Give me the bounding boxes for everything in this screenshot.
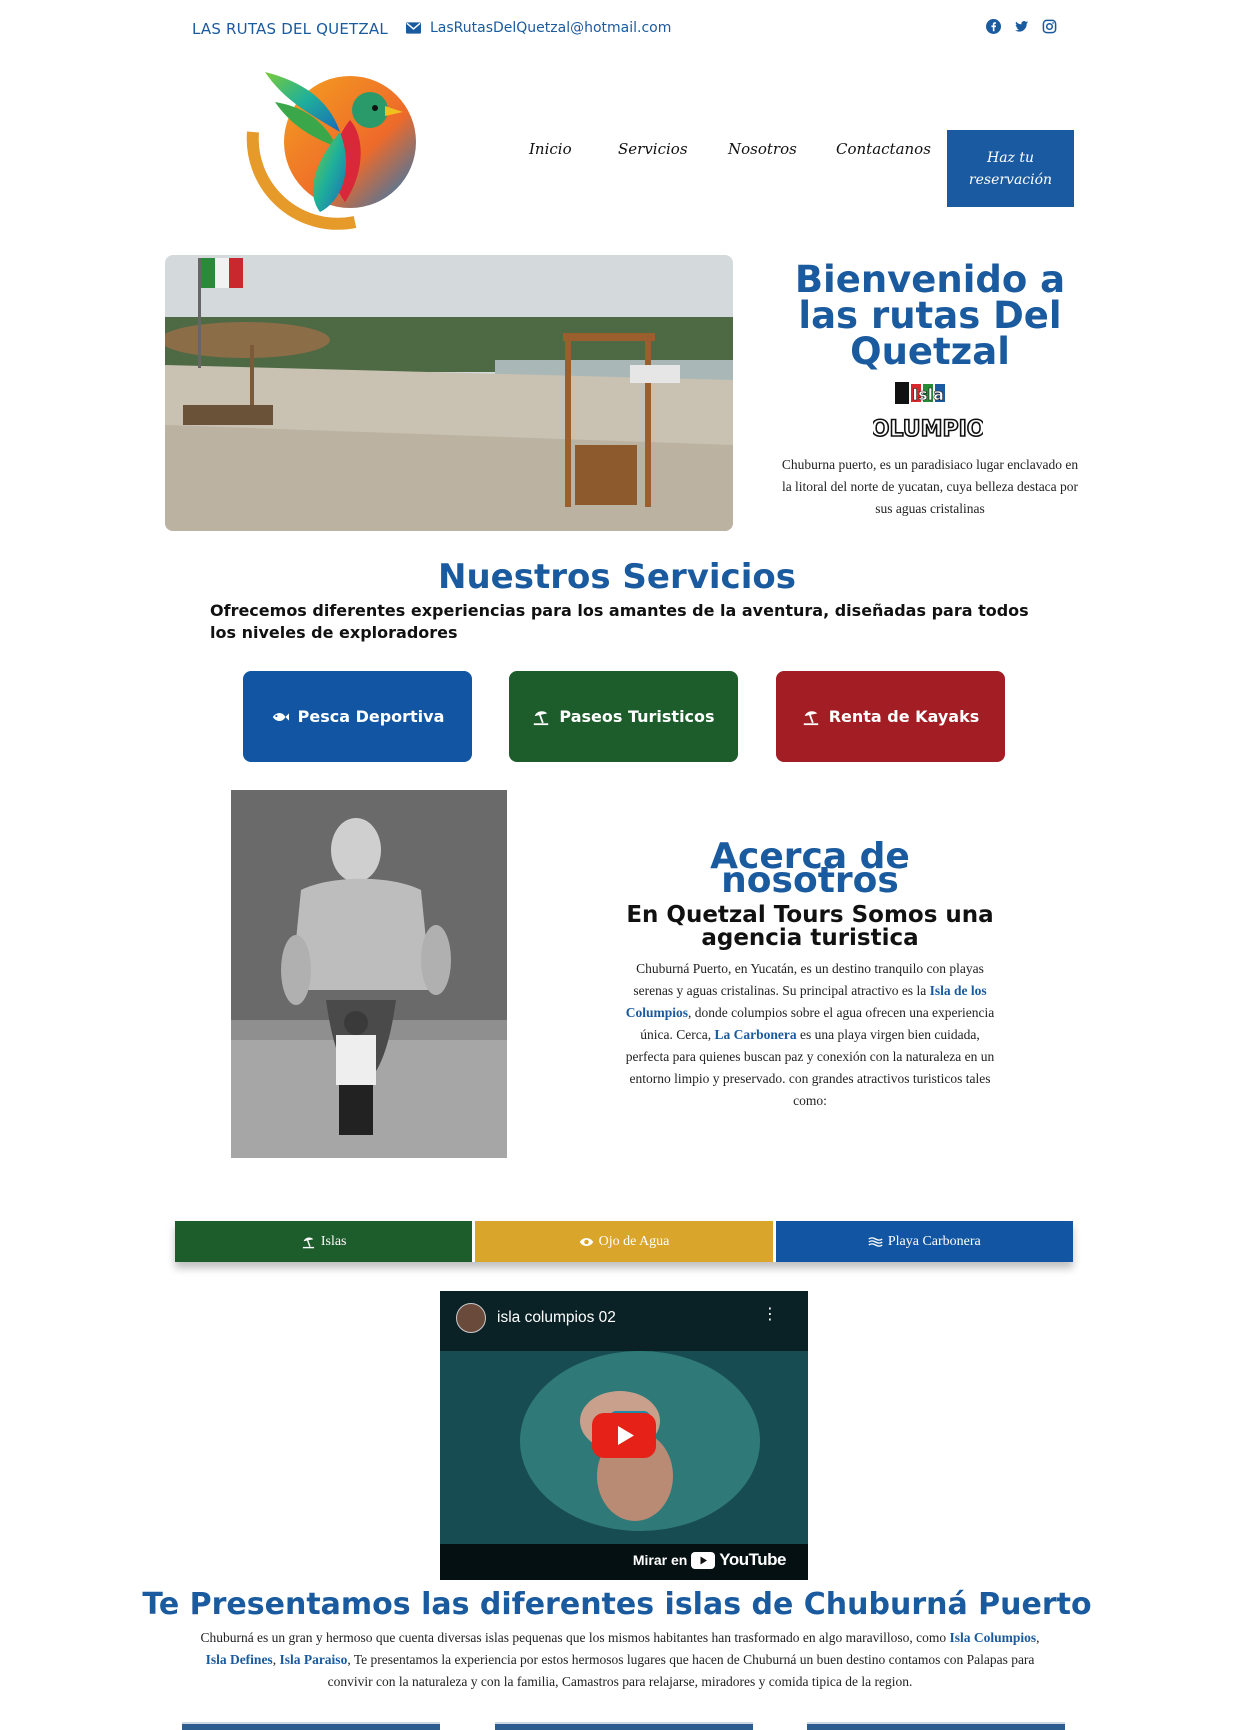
- islands-text-part: , Te presentamos la experiencia por esto…: [327, 1652, 1035, 1689]
- youtube-logo-icon: [691, 1551, 716, 1569]
- islands-text-part: Chuburná es un gran y hermoso que cuenta…: [200, 1630, 950, 1645]
- islands-description: Chuburná es un gran y hermoso que cuenta…: [190, 1627, 1050, 1693]
- renta-kayaks-label: Renta de Kayaks: [828, 707, 980, 726]
- island-card[interactable]: [182, 1722, 440, 1730]
- umbrella-beach-icon: [302, 1237, 314, 1248]
- hero-description: Chuburna puerto, es un paradisiaco lugar…: [781, 457, 1079, 516]
- more-options-icon[interactable]: ⋮: [762, 1306, 778, 1322]
- tab-ojo-de-agua[interactable]: Ojo de Agua: [475, 1221, 776, 1262]
- tab-playa-carbonera[interactable]: Playa Carbonera: [775, 1221, 1073, 1262]
- islands-title: Te Presentamos las diferentes islas de C…: [142, 1587, 1092, 1622]
- isla-columpios-logo: Isla COLUMPIOS: [854, 380, 1002, 446]
- welcome-title: Bienvenido a las rutas Del Quetzal: [794, 258, 1066, 373]
- tab-islas[interactable]: Islas: [175, 1221, 476, 1262]
- umbrella-beach-icon: [534, 710, 549, 725]
- isla-paraiso-link[interactable]: Isla Paraiso: [279, 1652, 347, 1667]
- tab-label: Playa Carbonera: [887, 1233, 981, 1249]
- paseos-turisticos-label: Paseos Turisticos: [559, 707, 715, 726]
- about-subtitle: En Quetzal Tours Somos una agencia turis…: [626, 902, 994, 951]
- about-statue-image: [231, 790, 507, 1158]
- tab-label: Ojo de Agua: [598, 1233, 670, 1249]
- video-title[interactable]: isla columpios 02: [497, 1309, 616, 1327]
- hero-beach-image: [165, 255, 733, 531]
- email-link[interactable]: LasRutasDelQuetzal@hotmail.com: [406, 20, 671, 36]
- umbrella-beach-icon: [803, 710, 818, 725]
- brand-text: LAS RUTAS DEL QUETZAL: [192, 20, 388, 38]
- pesca-deportiva-label: Pesca Deportiva: [297, 707, 445, 726]
- services-title: Nuestros Servicios: [438, 557, 796, 597]
- instagram-icon[interactable]: [1042, 19, 1057, 34]
- pesca-deportiva-button[interactable]: Pesca Deportiva: [243, 671, 472, 762]
- email-text: LasRutasDelQuetzal@hotmail.com: [430, 20, 672, 36]
- water-icon: [868, 1236, 883, 1247]
- play-button-icon[interactable]: [592, 1413, 656, 1458]
- la-carbonera-link[interactable]: La Carbonera: [715, 1027, 797, 1042]
- twitter-icon[interactable]: [1014, 19, 1029, 34]
- youtube-video-embed[interactable]: isla columpios 02 ⋮ Mirar en YouTube: [440, 1291, 808, 1580]
- site-logo[interactable]: [245, 62, 425, 237]
- isla-defines-link[interactable]: Isla Defines: [206, 1652, 273, 1667]
- channel-avatar[interactable]: [456, 1303, 486, 1333]
- destination-tabs: Islas Ojo de Agua Playa Carbonera: [175, 1221, 1073, 1262]
- reservation-button[interactable]: Haz tu reservación: [947, 130, 1074, 207]
- watch-on-youtube-link[interactable]: Mirar en YouTube: [632, 1550, 787, 1570]
- nav-item-servicios[interactable]: Servicios: [618, 140, 688, 158]
- svg-text:Isla: Isla: [912, 385, 944, 404]
- facebook-icon[interactable]: [986, 19, 1001, 34]
- watch-label: Mirar en: [632, 1552, 688, 1568]
- fish-icon: [272, 712, 289, 721]
- island-card[interactable]: [495, 1722, 753, 1730]
- islands-text-part: ,: [1036, 1630, 1040, 1645]
- paseos-turisticos-button[interactable]: Paseos Turisticos: [509, 671, 738, 762]
- about-description: Chuburná Puerto, en Yucatán, es un desti…: [625, 958, 995, 1112]
- renta-kayaks-button[interactable]: Renta de Kayaks: [776, 671, 1005, 762]
- island-card[interactable]: [807, 1722, 1065, 1730]
- envelope-icon: [406, 22, 421, 34]
- nav-item-contactanos[interactable]: Contactanos: [836, 140, 931, 158]
- top-bar: LAS RUTAS DEL QUETZAL LasRutasDelQuetzal…: [0, 0, 1234, 58]
- about-title: Acerca de nosotros: [710, 836, 910, 901]
- eye-icon: [579, 1237, 593, 1246]
- svg-text:COLUMPIOS: COLUMPIOS: [873, 417, 983, 442]
- social-links: [986, 19, 1057, 34]
- nav-item-nosotros[interactable]: Nosotros: [728, 140, 797, 158]
- youtube-wordmark: YouTube: [719, 1550, 786, 1569]
- nav-item-inicio[interactable]: Inicio: [529, 140, 572, 158]
- services-subtitle: Ofrecemos diferentes experiencias para l…: [210, 601, 1029, 642]
- isla-columpios-link[interactable]: Isla Columpios: [950, 1630, 1037, 1645]
- tab-label: Islas: [320, 1233, 347, 1249]
